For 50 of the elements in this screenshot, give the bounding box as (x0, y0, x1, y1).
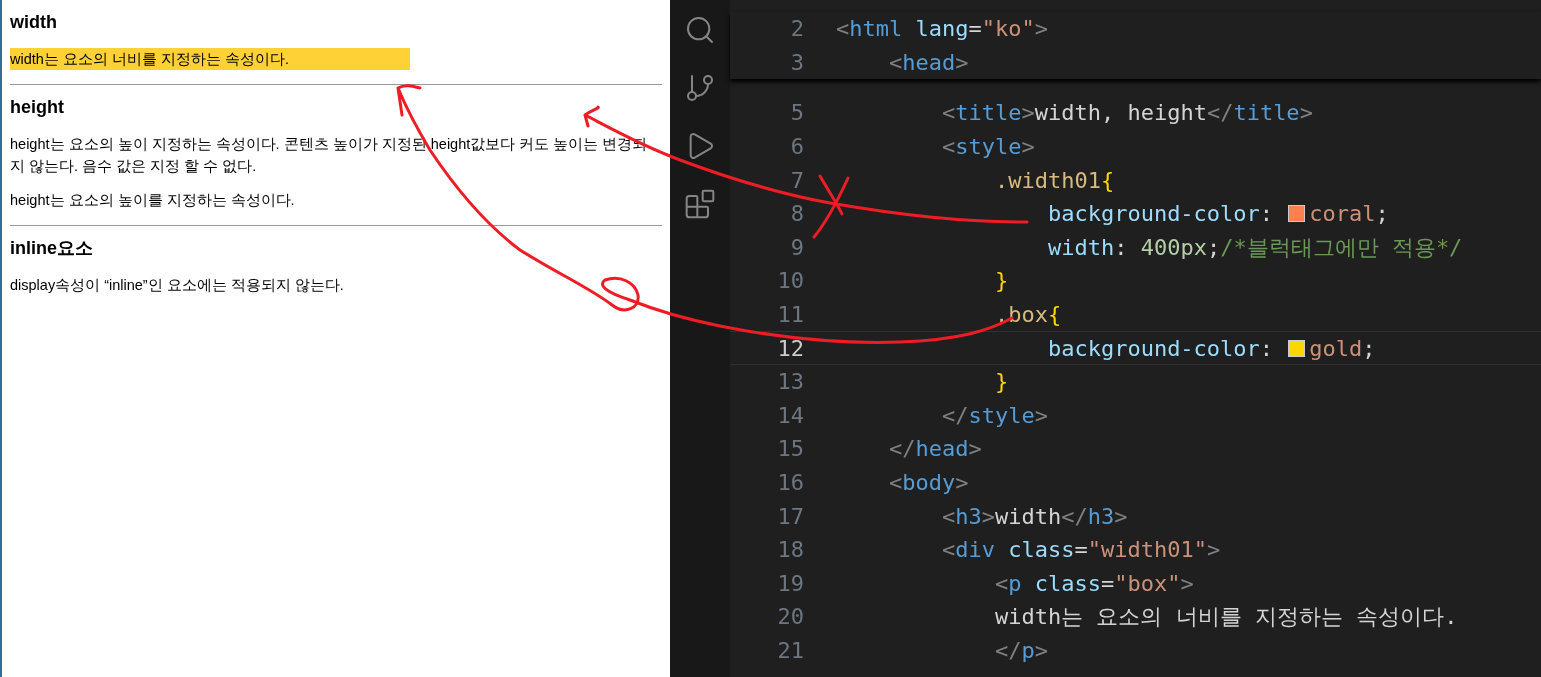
color-swatch-icon[interactable] (1288, 205, 1306, 223)
code-line: <div class="width01"> (940, 536, 1221, 565)
highlighted-paragraph: width는 요소의 너비를 지정하는 속성이다. (10, 48, 410, 70)
line-number: 13 (776, 368, 804, 397)
line-number: 3 (789, 48, 804, 77)
line-number: 21 (776, 637, 804, 665)
code-line: } (993, 368, 1009, 397)
hand-drawn-cross (812, 174, 850, 239)
code-line: </p> (993, 637, 1048, 665)
code-line: <html lang="ko"> (836, 15, 1048, 44)
line-number: 2 (789, 15, 804, 44)
code-line: background-color: gold; (1046, 334, 1376, 363)
line-number: 5 (789, 99, 804, 128)
paragraph: height는 요소의 높이를 지정하는 속성이다. (10, 191, 296, 210)
line-number: 20 (776, 603, 804, 632)
code-line: width: 400px;/*블럭태그에만 적용*/ (1046, 233, 1463, 262)
line-number: 16 (776, 469, 804, 497)
code-line: <head> (887, 48, 969, 77)
line-number: 19 (776, 569, 804, 598)
code-line: .width01{ (993, 166, 1115, 195)
code-line: <body> (887, 469, 969, 497)
code-line: width는 요소의 너비를 지정하는 속성이다. (993, 603, 1458, 632)
line-number: 14 (776, 401, 804, 430)
line-number: 7 (789, 166, 804, 195)
section-heading: height (10, 96, 65, 119)
code-line: <p class="box"> (993, 569, 1194, 598)
line-number: 17 (776, 502, 804, 531)
line-number: 10 (776, 267, 804, 296)
code-line: </head> (887, 435, 982, 464)
line-number: 9 (789, 233, 804, 262)
line-number: 15 (776, 435, 804, 464)
code-line: </style> (940, 401, 1048, 430)
code-line: .box{ (993, 301, 1062, 330)
code-line: <h3>width</h3> (940, 502, 1128, 531)
extensions-icon[interactable] (684, 188, 716, 220)
color-swatch-icon[interactable] (1288, 339, 1306, 357)
section-heading: width (10, 11, 58, 34)
code-line: <title>width, height</title> (940, 99, 1313, 128)
line-number: 8 (789, 200, 804, 229)
line-number: 11 (776, 301, 804, 330)
paragraph: display속성이 “inline”인 요소에는 적용되지 않는다. (10, 276, 345, 295)
line-number: 18 (776, 536, 804, 565)
code-line: <style> (940, 133, 1035, 162)
search-icon[interactable] (684, 14, 716, 46)
line-number: 12 (776, 334, 804, 363)
code-line: } (993, 267, 1009, 296)
source-control-icon[interactable] (684, 72, 716, 104)
code-line: background-color: coral; (1046, 200, 1389, 229)
line-number: 6 (789, 133, 804, 162)
section-heading: inline요소 (10, 237, 94, 260)
